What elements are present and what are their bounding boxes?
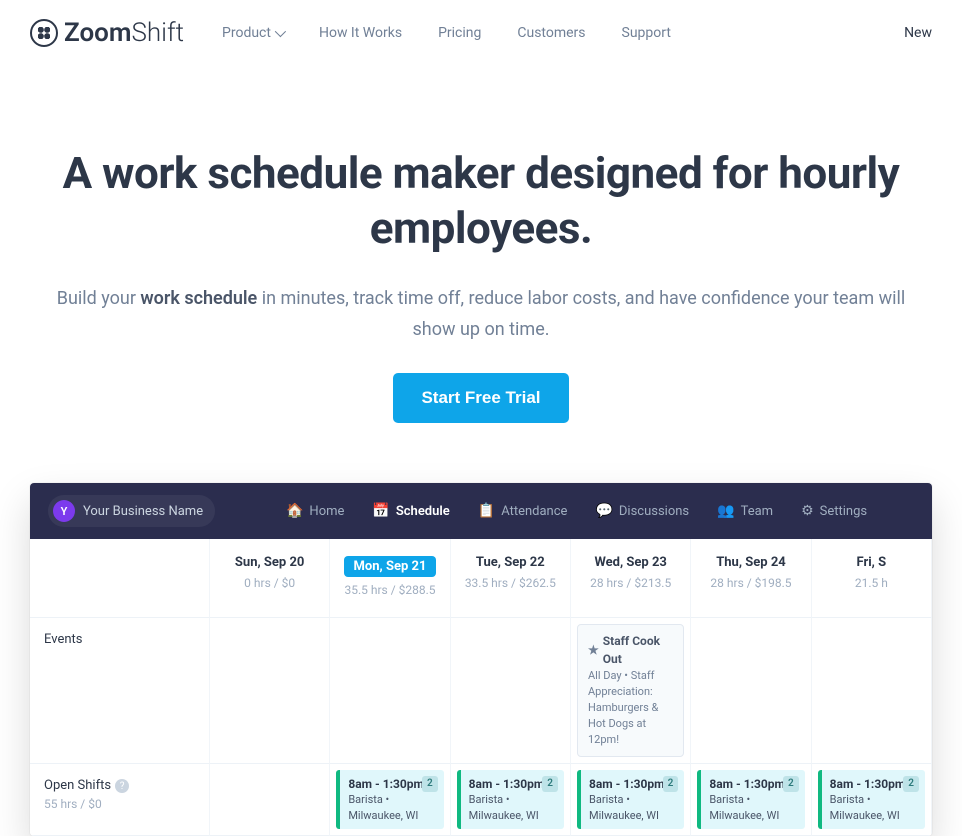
shift-card[interactable]: 8am - 1:30pm 2 Barista • Milwaukee, WI bbox=[336, 770, 443, 830]
app-nav: 🏠Home 📅Schedule 📋Attendance 💬Discussions… bbox=[286, 503, 867, 519]
events-cell-tue[interactable] bbox=[451, 618, 571, 763]
day-head-fri[interactable]: Fri, S 21.5 h bbox=[812, 539, 932, 618]
shift-card[interactable]: 8am - 1:30pm 2 Barista • Milwaukee, WI bbox=[697, 770, 804, 830]
shift-count-badge: 2 bbox=[422, 776, 438, 792]
shift-card[interactable]: 8am - 1:30pm 2 Barista • Milwaukee, WI bbox=[457, 770, 564, 830]
calendar-icon: 📅 bbox=[372, 503, 389, 519]
brand-light: Shift bbox=[131, 18, 184, 48]
shift-count-badge: 2 bbox=[903, 776, 919, 792]
shift-count-badge: 2 bbox=[783, 776, 799, 792]
shift-card[interactable]: 8am - 1:30pm 2 Barista • Milwaukee, WI bbox=[818, 770, 925, 830]
business-badge[interactable]: Y Your Business Name bbox=[48, 495, 215, 527]
day-head-tue[interactable]: Tue, Sep 22 33.5 hrs / $262.5 bbox=[451, 539, 571, 618]
business-name: Your Business Name bbox=[83, 504, 203, 519]
avatar: Y bbox=[53, 500, 75, 522]
openshift-cell-sun[interactable] bbox=[210, 764, 330, 836]
team-icon: 👥 bbox=[717, 503, 734, 519]
nav-pricing[interactable]: Pricing bbox=[438, 25, 481, 41]
shift-card[interactable]: 8am - 1:30pm 2 Barista • Milwaukee, WI bbox=[577, 770, 684, 830]
appnav-discussions[interactable]: 💬Discussions bbox=[595, 503, 689, 519]
nav-how-it-works[interactable]: How It Works bbox=[319, 25, 402, 41]
top-nav: ZoomShift Product How It Works Pricing C… bbox=[0, 0, 962, 66]
openshifts-row-label: Open Shifts? 55 hrs / $0 bbox=[30, 764, 210, 836]
day-head-thu[interactable]: Thu, Sep 24 28 hrs / $198.5 bbox=[691, 539, 811, 618]
appnav-schedule[interactable]: 📅Schedule bbox=[372, 503, 449, 519]
day-head-mon[interactable]: Mon, Sep 21 35.5 hrs / $288.5 bbox=[330, 539, 450, 618]
logo[interactable]: ZoomShift bbox=[30, 18, 184, 48]
app-bar: Y Your Business Name 🏠Home 📅Schedule 📋At… bbox=[30, 483, 932, 539]
hero-title: A work schedule maker designed for hourl… bbox=[40, 146, 922, 256]
appnav-team[interactable]: 👥Team bbox=[717, 503, 773, 519]
home-icon: 🏠 bbox=[286, 503, 303, 519]
star-icon: ★ bbox=[588, 642, 599, 659]
openshift-cell-fri[interactable]: 8am - 1:30pm 2 Barista • Milwaukee, WI bbox=[812, 764, 932, 836]
appnav-settings[interactable]: ⚙Settings bbox=[801, 503, 867, 519]
chevron-down-icon bbox=[275, 26, 286, 37]
nav-product[interactable]: Product bbox=[222, 25, 283, 41]
help-icon[interactable]: ? bbox=[115, 779, 129, 793]
nav-customers[interactable]: Customers bbox=[517, 25, 585, 41]
openshift-cell-mon[interactable]: 8am - 1:30pm 2 Barista • Milwaukee, WI bbox=[330, 764, 450, 836]
schedule-grid: Sun, Sep 20 0 hrs / $0 Mon, Sep 21 35.5 … bbox=[30, 539, 932, 836]
hero-subtitle: Build your work schedule in minutes, tra… bbox=[40, 284, 922, 345]
appnav-home[interactable]: 🏠Home bbox=[286, 503, 344, 519]
logo-icon bbox=[30, 19, 58, 47]
events-cell-thu[interactable] bbox=[691, 618, 811, 763]
hero: A work schedule maker designed for hourl… bbox=[0, 66, 962, 463]
nav-right-partial[interactable]: New bbox=[904, 25, 932, 41]
openshift-cell-wed[interactable]: 8am - 1:30pm 2 Barista • Milwaukee, WI bbox=[571, 764, 691, 836]
chat-icon: 💬 bbox=[595, 503, 612, 519]
events-cell-sun[interactable] bbox=[210, 618, 330, 763]
start-free-trial-button[interactable]: Start Free Trial bbox=[393, 373, 568, 423]
shift-count-badge: 2 bbox=[542, 776, 558, 792]
events-cell-fri[interactable] bbox=[812, 618, 932, 763]
brand-bold: Zoom bbox=[64, 18, 131, 48]
day-head-sun[interactable]: Sun, Sep 20 0 hrs / $0 bbox=[210, 539, 330, 618]
nav-support[interactable]: Support bbox=[622, 25, 671, 41]
shift-count-badge: 2 bbox=[663, 776, 679, 792]
openshift-cell-tue[interactable]: 8am - 1:30pm 2 Barista • Milwaukee, WI bbox=[451, 764, 571, 836]
day-head-wed[interactable]: Wed, Sep 23 28 hrs / $213.5 bbox=[571, 539, 691, 618]
corner-cell bbox=[30, 539, 210, 618]
event-card[interactable]: ★Staff Cook Out All Day • Staff Apprecia… bbox=[577, 624, 684, 756]
app-preview: Y Your Business Name 🏠Home 📅Schedule 📋At… bbox=[30, 483, 932, 836]
openshift-cell-thu[interactable]: 8am - 1:30pm 2 Barista • Milwaukee, WI bbox=[691, 764, 811, 836]
events-row-label: Events bbox=[30, 618, 210, 763]
appnav-attendance[interactable]: 📋Attendance bbox=[478, 503, 568, 519]
events-cell-mon[interactable] bbox=[330, 618, 450, 763]
events-cell-wed[interactable]: ★Staff Cook Out All Day • Staff Apprecia… bbox=[571, 618, 691, 763]
clipboard-icon: 📋 bbox=[478, 503, 495, 519]
gear-icon: ⚙ bbox=[801, 503, 814, 519]
nav-links: Product How It Works Pricing Customers S… bbox=[212, 25, 671, 41]
